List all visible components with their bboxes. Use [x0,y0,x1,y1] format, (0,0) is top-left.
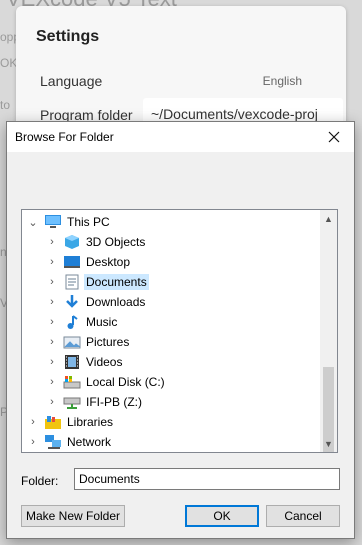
tree-item-local-disk[interactable]: › Local Disk (C:) [45,372,167,392]
chevron-right-icon[interactable]: › [45,356,59,368]
tree-item-music[interactable]: › Music [45,312,119,332]
tree-item-label: Music [86,315,118,329]
pictures-icon [63,334,81,350]
videos-icon [63,354,81,370]
bg-text-fragment: to [0,98,11,112]
music-icon [63,314,81,330]
tree-scrollbar[interactable]: ▲ ▼ [320,210,337,452]
tree-item-label: Local Disk (C:) [86,375,165,389]
make-new-folder-button[interactable]: Make New Folder [21,505,125,527]
network-icon [44,434,62,450]
chevron-right-icon[interactable]: › [45,256,59,268]
chevron-right-icon[interactable]: › [45,276,59,288]
tree-item-3d-objects[interactable]: › 3D Objects [45,232,147,252]
chevron-right-icon[interactable]: › [45,396,59,408]
tree-item-libraries[interactable]: › Libraries [26,412,115,432]
3d-objects-icon [63,234,81,250]
close-icon [328,131,340,143]
tree-item-label: Downloads [86,295,146,309]
folder-input[interactable] [74,468,340,490]
computer-icon [44,214,62,230]
tree-item-downloads[interactable]: › Downloads [45,292,147,312]
close-button[interactable] [314,122,354,152]
tree-item-label: Desktop [86,255,131,269]
ok-button[interactable]: OK [185,505,259,527]
scroll-down-icon[interactable]: ▼ [320,435,337,452]
tree-item-desktop[interactable]: › Desktop [45,252,132,272]
downloads-icon [63,294,81,310]
chevron-right-icon[interactable]: › [45,296,59,308]
browse-for-folder-dialog: Browse For Folder ⌄ This PC › 3D Objects… [6,121,355,539]
scroll-up-icon[interactable]: ▲ [320,210,337,227]
local-disk-icon [63,374,81,390]
tree-item-label: This PC [67,215,110,229]
folder-label: Folder: [21,474,59,488]
dialog-titlebar: Browse For Folder [7,122,354,152]
chevron-down-icon[interactable]: ⌄ [26,216,40,229]
cancel-button[interactable]: Cancel [266,505,340,527]
dialog-title: Browse For Folder [15,130,114,144]
chevron-right-icon[interactable]: › [26,416,40,428]
bg-text-fragment: OK [0,56,18,70]
chevron-right-icon[interactable]: › [45,316,59,328]
network-drive-icon [63,394,81,410]
chevron-right-icon[interactable]: › [26,436,40,448]
language-label: Language [40,73,103,89]
tree-item-videos[interactable]: › Videos [45,352,124,372]
tree-item-label: Network [67,435,112,449]
chevron-right-icon[interactable]: › [45,336,59,348]
settings-title: Settings [36,28,100,45]
tree-item-label: Libraries [67,415,114,429]
tree-item-label: Documents [84,274,149,290]
desktop-icon [63,254,81,270]
tree-item-label: IFI-PB (Z:) [86,395,142,409]
tree-item-label: Videos [86,355,123,369]
documents-icon [63,274,81,290]
tree-item-ifi-pb[interactable]: › IFI-PB (Z:) [45,392,144,412]
chevron-right-icon[interactable]: › [45,236,59,248]
libraries-icon [44,414,62,430]
language-value[interactable]: English [263,74,302,88]
tree-item-documents[interactable]: › Documents [45,272,149,292]
folder-tree[interactable]: ⌄ This PC › 3D Objects › Desktop › Docum… [21,209,338,453]
tree-item-network[interactable]: › Network [26,432,113,452]
program-folder-value: ~/Documents/vexcode-proj [151,106,318,122]
chevron-right-icon[interactable]: › [45,376,59,388]
tree-item-label: Pictures [86,335,130,349]
tree-item-label: 3D Objects [86,235,146,249]
tree-item-pictures[interactable]: › Pictures [45,332,131,352]
tree-item-this-pc[interactable]: ⌄ This PC [26,212,112,232]
